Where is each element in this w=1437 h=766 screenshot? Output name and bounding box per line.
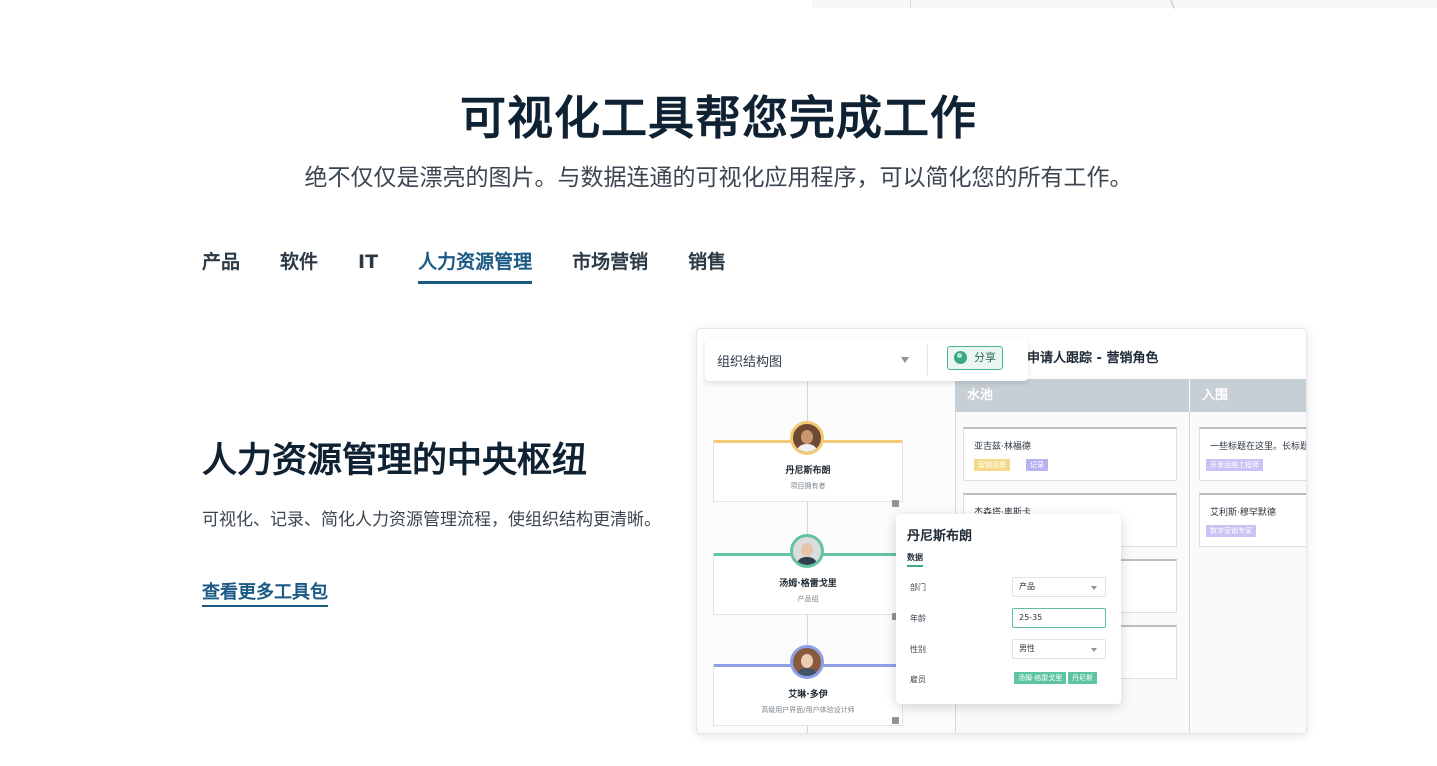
field-label-gender: 性别 bbox=[910, 645, 926, 654]
node-role: 高级用户界面/用户体验设计师 bbox=[761, 706, 855, 714]
org-node[interactable]: 汤姆·格雷戈里 产品组 bbox=[713, 534, 903, 615]
age-value: 25-35 bbox=[1019, 613, 1043, 622]
gender-select[interactable]: 男性 bbox=[1012, 639, 1106, 659]
org-node[interactable]: 艾琳·多伊 高级用户界面/用户体验设计师 bbox=[713, 645, 903, 726]
tab-marketing[interactable]: 市场营销 bbox=[572, 248, 648, 284]
selector-divider bbox=[927, 345, 928, 375]
node-name: 丹尼斯布朗 bbox=[785, 466, 831, 476]
tab-products[interactable]: 产品 bbox=[202, 248, 240, 284]
column-divider bbox=[1189, 412, 1190, 733]
node-role: 项目拥有者 bbox=[790, 482, 826, 490]
chevron-down-icon bbox=[1091, 586, 1097, 590]
share-button[interactable]: 分享 bbox=[947, 346, 1003, 370]
department-value: 产品 bbox=[1019, 582, 1035, 591]
strip-divider bbox=[1170, 0, 1175, 9]
candidate-card[interactable]: 亚吉兹·林福德 营销背景 记录 bbox=[963, 427, 1177, 481]
tab-data[interactable]: 数据 bbox=[907, 552, 923, 567]
chevron-down-icon bbox=[1091, 648, 1097, 652]
card-tag: 营销背景 bbox=[974, 459, 1010, 471]
view-selector[interactable]: 组织结构图 分享 bbox=[705, 339, 1028, 381]
tab-it[interactable]: IT bbox=[358, 248, 378, 284]
card-tag: 开发运维工程师 bbox=[1206, 459, 1263, 471]
comment-icon[interactable] bbox=[892, 717, 899, 724]
hero-subtitle: 绝不仅仅是漂亮的图片。与数据连通的可视化应用程序，可以简化您的所有工作。 bbox=[304, 165, 1133, 191]
candidate-card[interactable]: 一些标题在这里。长标题 开发运维工程师 bbox=[1199, 427, 1307, 481]
org-node[interactable]: 丹尼斯布朗 项目拥有者 bbox=[713, 421, 903, 502]
field-label-department: 部门 bbox=[910, 583, 926, 592]
field-label-age: 年龄 bbox=[910, 614, 926, 623]
tab-hr[interactable]: 人力资源管理 bbox=[418, 248, 533, 284]
column-header-pool: 水池 bbox=[955, 379, 1189, 412]
hero-title: 可视化工具帮您完成工作 bbox=[460, 91, 977, 145]
board-title: 申请人跟踪 - 营销角色 bbox=[1027, 351, 1159, 366]
field-label-employees: 雇员 bbox=[910, 675, 926, 684]
top-strip bbox=[812, 0, 1437, 9]
age-input[interactable]: 25-35 bbox=[1012, 608, 1106, 628]
feature-description: 可视化、记录、简化人力资源管理流程，使组织结构更清晰。 bbox=[202, 510, 661, 530]
selector-label: 组织结构图 bbox=[717, 355, 783, 370]
department-select[interactable]: 产品 bbox=[1012, 577, 1106, 597]
node-name: 艾琳·多伊 bbox=[788, 690, 828, 700]
share-label: 分享 bbox=[974, 351, 996, 364]
employees-field[interactable]: 汤姆·格雷戈里 丹尼斯 bbox=[1012, 669, 1106, 689]
card-title: 艾利斯·穆罕默德 bbox=[1210, 508, 1276, 518]
employee-chip[interactable]: 丹尼斯 bbox=[1068, 672, 1097, 684]
globe-icon bbox=[954, 351, 967, 364]
tab-sales[interactable]: 销售 bbox=[688, 248, 726, 284]
employee-chip[interactable]: 汤姆·格雷戈里 bbox=[1014, 672, 1067, 684]
popup-title: 丹尼斯布朗 bbox=[907, 529, 973, 544]
gender-value: 男性 bbox=[1019, 644, 1035, 653]
feature-title: 人力资源管理的中央枢纽 bbox=[202, 441, 588, 481]
card-title: 亚吉兹·林福德 bbox=[974, 442, 1031, 452]
avatar-icon bbox=[790, 421, 824, 455]
avatar-icon bbox=[790, 645, 824, 679]
node-name: 汤姆·格雷戈里 bbox=[779, 579, 837, 589]
card-tag: 记录 bbox=[1026, 459, 1048, 471]
column-header-shortlist: 入围 bbox=[1190, 379, 1306, 412]
avatar-icon bbox=[790, 534, 824, 568]
card-tag: 数字营销专家 bbox=[1206, 525, 1256, 537]
card-title: 一些标题在这里。长标题 bbox=[1210, 442, 1307, 452]
category-tabs: 产品 软件 IT 人力资源管理 市场营销 销售 bbox=[202, 248, 766, 288]
strip-divider bbox=[910, 0, 911, 8]
node-role: 产品组 bbox=[797, 595, 819, 603]
view-more-toolkits-link[interactable]: 查看更多工具包 bbox=[202, 578, 328, 607]
employee-detail-popup: 丹尼斯布朗 数据 部门 产品 年龄 25-35 性别 男性 雇员 汤姆·格雷戈里… bbox=[896, 514, 1121, 704]
tab-software[interactable]: 软件 bbox=[280, 248, 318, 284]
chevron-down-icon[interactable] bbox=[901, 357, 909, 363]
comment-icon[interactable] bbox=[892, 500, 899, 507]
candidate-card[interactable]: 艾利斯·穆罕默德 数字营销专家 bbox=[1199, 493, 1306, 547]
